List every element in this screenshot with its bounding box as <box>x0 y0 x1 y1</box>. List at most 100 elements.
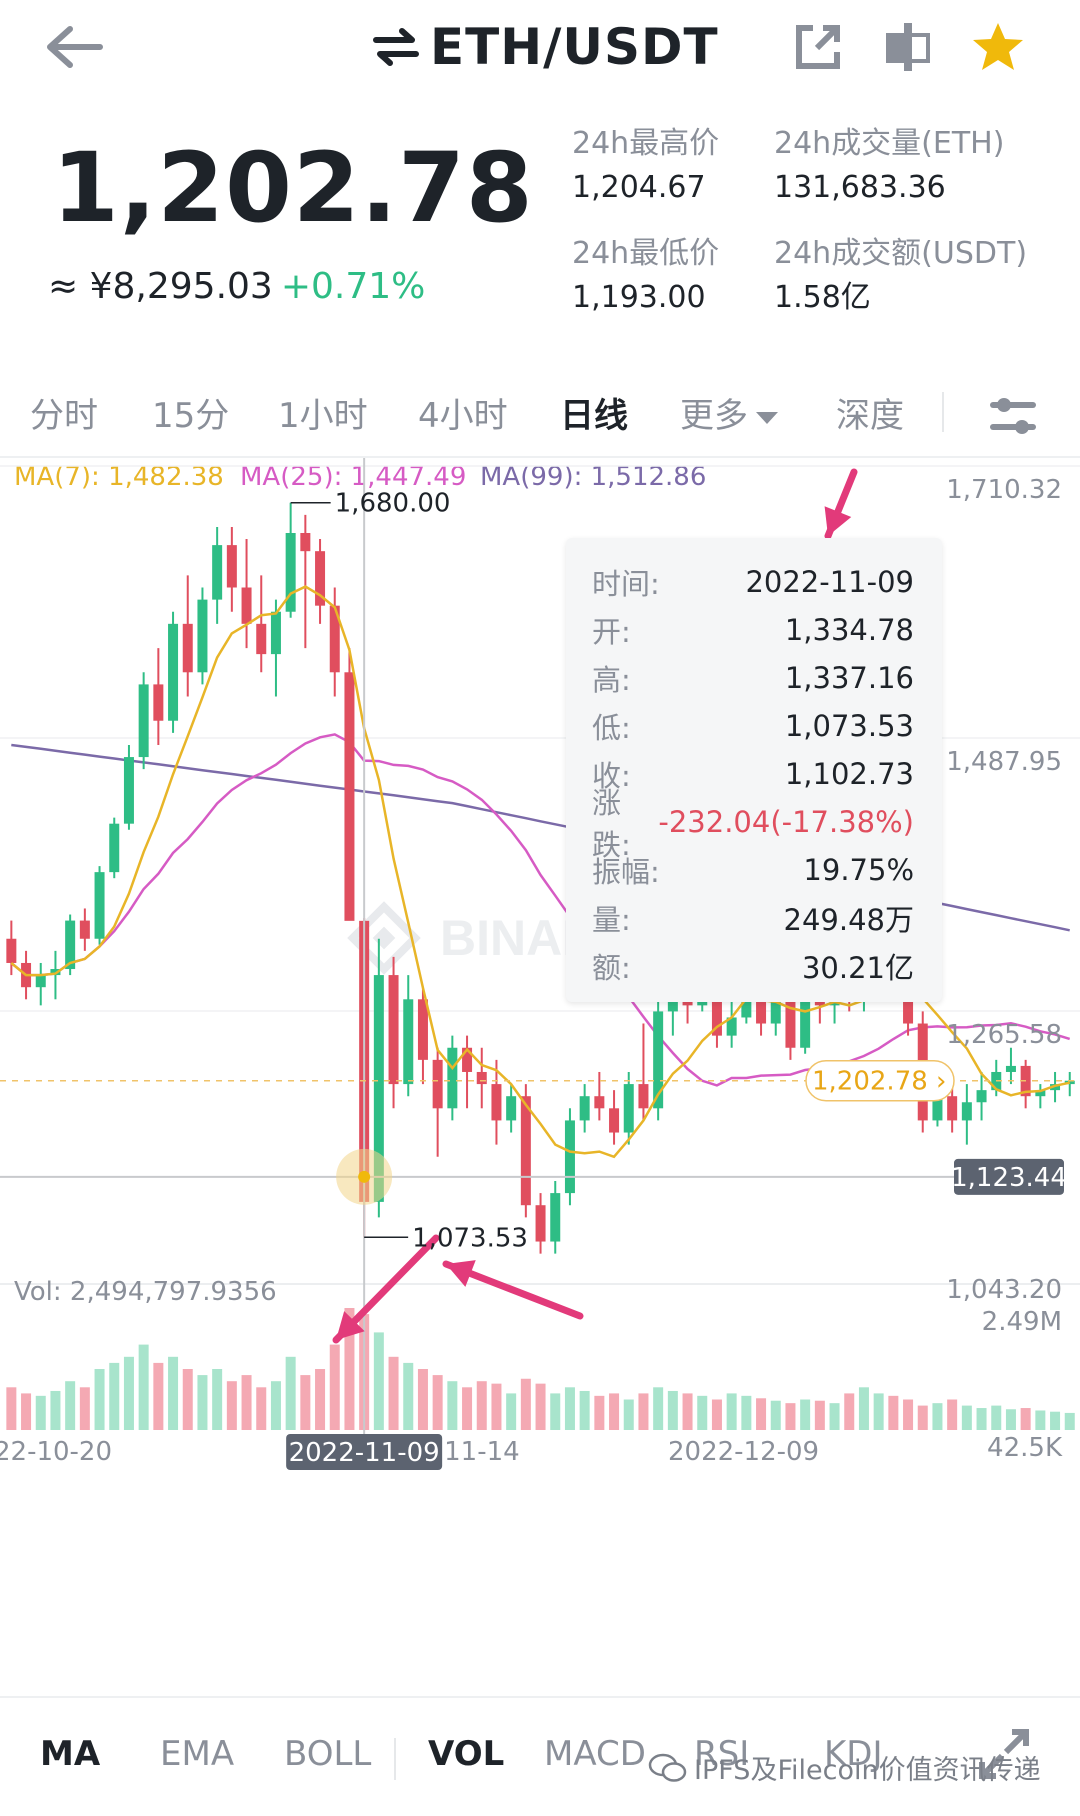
volume-bar <box>785 1403 796 1430</box>
volume-bar <box>212 1369 223 1430</box>
volume-bar <box>270 1381 281 1430</box>
candle-body <box>256 623 267 655</box>
candle-body <box>123 757 134 824</box>
indicator-macd[interactable]: MACD <box>544 1734 646 1774</box>
volume-bar <box>462 1387 473 1430</box>
crosshair-date-text: 2022-11-09 <box>289 1438 440 1468</box>
volume-bar <box>21 1393 32 1430</box>
tab-more[interactable]: 更多 <box>680 384 778 448</box>
candle-body <box>447 1047 458 1109</box>
volume-bar <box>138 1344 149 1430</box>
candle-body <box>961 1102 972 1121</box>
volume-bar <box>123 1356 134 1430</box>
tooltip-value: 2022-11-09 <box>745 565 914 599</box>
tab-15m[interactable]: 15分 <box>152 384 229 448</box>
indicator-ema[interactable]: EMA <box>160 1734 234 1774</box>
tooltip-value: 30.21亿 <box>801 951 914 985</box>
wechat-watermark: IPFS及Filecoin价值资讯传递 <box>648 1748 1041 1787</box>
volume-axis-bottom: 42.5K <box>987 1433 1063 1463</box>
stat-value: 1,204.67 <box>572 170 706 205</box>
indicator-divider <box>394 1738 396 1780</box>
pair-selector[interactable]: ETH/USDT <box>372 14 719 80</box>
stat-label: 24h最高价 <box>572 126 720 161</box>
tooltip-value: 1,073.53 <box>784 709 914 743</box>
tab-1h[interactable]: 1小时 <box>278 384 368 448</box>
volume-bar <box>417 1369 428 1430</box>
volume-bar <box>300 1375 311 1430</box>
date-axis-right: 2022-12-09 <box>668 1437 819 1467</box>
volume-bar <box>535 1383 546 1430</box>
split-screen-icon <box>886 23 930 71</box>
tooltip-value: 19.75% <box>803 853 914 887</box>
candle-body <box>417 999 428 1060</box>
volume-bar <box>756 1398 767 1430</box>
candle-body <box>79 920 90 939</box>
volume-bar <box>1050 1411 1061 1430</box>
tooltip-row-time: 时间: 2022-11-09 <box>592 558 914 606</box>
volume-bar <box>197 1375 208 1430</box>
candle-body <box>182 623 193 673</box>
volume-bar <box>711 1399 722 1430</box>
tooltip-value: 249.48万 <box>783 903 914 937</box>
tab-daily[interactable]: 日线 <box>560 384 628 448</box>
volume-bar <box>550 1393 561 1430</box>
volume-bar <box>961 1405 972 1430</box>
indicator-boll[interactable]: BOLL <box>284 1734 371 1774</box>
tooltip-row-high: 高: 1,337.16 <box>592 654 914 702</box>
tab-4h[interactable]: 4小时 <box>418 384 508 448</box>
volume-bar <box>814 1400 825 1430</box>
volume-bar <box>315 1369 326 1430</box>
volume-bar <box>506 1393 517 1430</box>
candle-body <box>109 823 120 873</box>
tab-divider <box>942 392 944 432</box>
volume-bar <box>329 1344 340 1430</box>
volume-bar <box>932 1403 943 1430</box>
candle-body <box>300 533 311 552</box>
tooltip-key: 时间: <box>592 567 660 601</box>
candle-body <box>432 1059 443 1109</box>
stat-label: 24h成交额(USDT) <box>774 236 1028 271</box>
high-marker-label: 1,680.00 <box>335 489 451 519</box>
volume-bar <box>564 1387 575 1430</box>
stat-value: 1,193.00 <box>572 280 706 315</box>
tooltip-value: -232.04(-17.38%) <box>658 805 914 839</box>
volume-bar <box>50 1390 61 1430</box>
stat-label: 24h成交量(ETH) <box>774 126 1005 161</box>
tab-timeline[interactable]: 分时 <box>30 384 98 448</box>
candle-body <box>520 1096 531 1206</box>
indicator-vol[interactable]: VOL <box>428 1734 504 1774</box>
volume-bar <box>79 1387 90 1430</box>
stat-value: 131,683.36 <box>774 170 946 205</box>
candle-body <box>212 545 223 600</box>
indicator-ma[interactable]: MA <box>40 1734 100 1774</box>
volume-bar <box>1020 1408 1031 1430</box>
tooltip-key: 额: <box>592 951 631 985</box>
tooltip-row-volume: 量: 249.48万 <box>592 894 914 942</box>
tooltip-row-low: 低: 1,073.53 <box>592 702 914 750</box>
tab-more-label: 更多 <box>680 396 748 436</box>
candle-body <box>35 975 46 988</box>
tooltip-key: 量: <box>592 903 631 937</box>
candle-body <box>609 1108 620 1133</box>
volume-bar <box>109 1362 120 1430</box>
volume-bar <box>741 1395 752 1430</box>
candle-body <box>226 545 237 588</box>
volume-bar <box>1064 1412 1075 1430</box>
tab-depth[interactable]: 深度 <box>836 384 904 448</box>
wechat-icon <box>648 1753 687 1782</box>
candle-body <box>623 1084 634 1133</box>
chart-settings-button[interactable] <box>978 384 1048 448</box>
volume-bar <box>6 1387 17 1430</box>
tooltip-row-turnover: 额: 30.21亿 <box>592 942 914 990</box>
volume-bars <box>6 1308 1075 1430</box>
volume-bar <box>638 1393 649 1430</box>
split-screen-button[interactable] <box>876 14 940 80</box>
back-button[interactable] <box>36 14 112 80</box>
date-axis-left: 22-10-20 <box>0 1437 112 1467</box>
favorite-button[interactable] <box>966 14 1030 80</box>
last-price: 1,202.78 <box>52 132 534 244</box>
volume-bar <box>844 1393 855 1430</box>
candle-body <box>535 1205 546 1242</box>
tooltip-key: 振幅: <box>592 855 660 889</box>
share-button[interactable] <box>786 14 850 80</box>
